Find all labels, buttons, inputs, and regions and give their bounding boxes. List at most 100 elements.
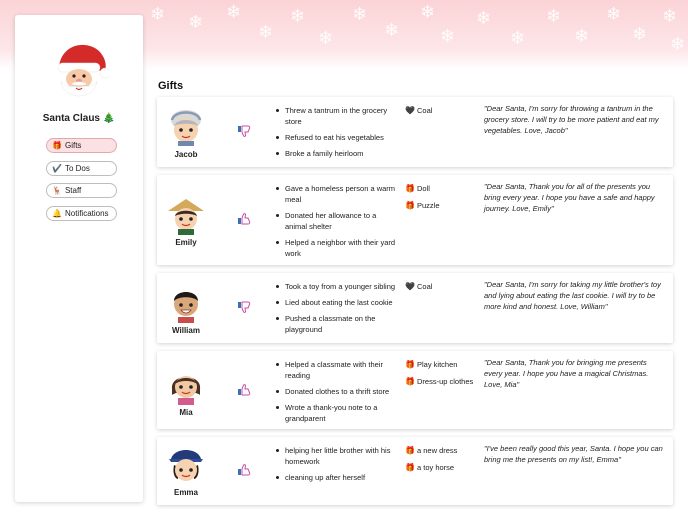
gift-list: 🎁 Play kitchen 🎁 Dress-up clothes [405, 359, 475, 393]
child-avatar [174, 292, 198, 323]
coal-icon: 🖤 [405, 282, 415, 291]
child-avatar [168, 199, 204, 235]
sidebar-item-label: Staff [64, 186, 82, 195]
deed-item: Lied about eating the last cookie [275, 297, 397, 308]
deed-item: Donated clothes to a thrift store [275, 386, 397, 397]
snowflake-icon: ❄ [420, 2, 436, 23]
gift-label: Play kitchen [417, 360, 458, 369]
gift-item: 🎁 Dress-up clothes [405, 376, 475, 387]
snowflake-icon: ❄ [632, 24, 648, 45]
thumbs-up-icon[interactable] [237, 213, 251, 225]
santa-letter: "Dear Santa, Thank you for bringing me p… [484, 358, 649, 389]
child-card: Emma helping her little brother with his… [157, 437, 673, 505]
child-name: Emma [173, 488, 198, 497]
snowflake-icon: ❄ [606, 4, 622, 25]
bell-icon: 🔔 [52, 208, 62, 218]
child-name: William [172, 326, 200, 335]
snowflake-icon: ❄ [476, 8, 492, 29]
child-name: Jacob [174, 150, 198, 159]
gift-label: Coal [417, 282, 433, 291]
gift-icon: 🎁 [52, 141, 62, 150]
sidebar-item-label: To Dos [64, 163, 90, 173]
child-card: William Took a toy from a younger siblin… [157, 273, 673, 343]
deed-item: Donated her allowance to a animal shelte… [275, 210, 397, 232]
reindeer-icon: 🦌 [52, 186, 62, 195]
gift-list: 🎁 Doll 🎁 Puzzle [405, 183, 475, 217]
page-title: Gifts [158, 80, 184, 92]
snowflake-icon: ❄ [546, 6, 562, 27]
sidebar-item-todos[interactable]: ✔️ To Dos [46, 160, 117, 176]
gift-label: a toy horse [417, 463, 455, 472]
snowflake-icon: ❄ [670, 34, 686, 55]
gift-label: Coal [417, 106, 433, 115]
coal-icon: 🖤 [405, 106, 415, 115]
snowflake-icon: ❄ [352, 4, 368, 25]
deed-item: Pushed a classmate on the playground [275, 313, 397, 335]
gift-icon: 🎁 [405, 360, 415, 369]
deed-item: Refused to eat his vegetables [275, 132, 397, 143]
gift-item: 🎁 a new dress [405, 445, 475, 456]
gift-icon: 🎁 [405, 446, 415, 455]
gift-list: 🖤 Coal [405, 281, 475, 298]
checkmark-icon: ✔️ [52, 163, 62, 173]
deed-item: cleaning up after herself [275, 472, 397, 483]
santa-letter: "I've been really good this year, Santa.… [484, 444, 663, 464]
child-card: Emily Gave a homeless person a warm meal… [157, 175, 673, 265]
deed-item: Wrote a thank-you note to a grandparent [275, 402, 397, 424]
gift-icon: 🎁 [405, 463, 415, 472]
snowflake-icon: ❄ [662, 6, 678, 27]
sidebar-nav: 🎁 Gifts ✔️ To Dos 🦌 Staff 🔔 Notification… [46, 138, 117, 228]
gift-item: 🎁 Puzzle [405, 200, 475, 211]
snowflake-icon: ❄ [258, 22, 274, 43]
snowflake-icon: ❄ [574, 26, 590, 47]
gift-item: 🎁 Play kitchen [405, 359, 475, 370]
gift-label: Dress-up clothes [417, 377, 474, 386]
sidebar-item-notifications[interactable]: 🔔 Notifications [46, 205, 117, 221]
thumbs-up-icon[interactable] [237, 464, 251, 476]
snowflake-icon: ❄ [226, 2, 242, 23]
snowflake-icon: ❄ [290, 6, 306, 27]
santa-avatar [57, 44, 109, 97]
gift-icon: 🎁 [405, 377, 415, 386]
child-name: Mia [179, 408, 193, 417]
user-name: Santa Claus 🎄 [42, 113, 116, 124]
gift-label: a new dress [417, 446, 458, 455]
deeds-list: helping her little brother with his home… [275, 445, 397, 488]
snowflake-icon: ❄ [440, 26, 456, 47]
deeds-list: Threw a tantrum in the grocery store Ref… [275, 105, 397, 164]
deeds-list: Gave a homeless person a warm meal Donat… [275, 183, 397, 264]
child-name: Emily [175, 238, 197, 247]
gift-item: 🎁 a toy horse [405, 462, 475, 473]
gift-label: Doll [417, 184, 430, 193]
child-avatar [171, 376, 201, 405]
gift-item: 🖤 Coal [405, 281, 475, 292]
snowflake-icon: ❄ [318, 28, 334, 49]
child-card: Mia Helped a classmate with their readin… [157, 351, 673, 429]
deed-item: Helped a neighbor with their yard work [275, 237, 397, 259]
snowflake-icon: ❄ [150, 4, 166, 25]
thumbs-up-icon[interactable] [237, 384, 251, 396]
santa-letter: "Dear Santa, I'm sorry for taking my lit… [484, 280, 661, 311]
sidebar-item-staff[interactable]: 🦌 Staff [46, 183, 117, 198]
snowflake-icon: ❄ [510, 28, 526, 49]
thumbs-down-icon[interactable] [237, 301, 251, 313]
gift-icon: 🎁 [405, 184, 415, 193]
thumbs-down-icon[interactable] [237, 125, 251, 137]
child-card: Jacob Threw a tantrum in the grocery sto… [157, 97, 673, 167]
deed-item: Gave a homeless person a warm meal [275, 183, 397, 205]
gift-item: 🎁 Doll [405, 183, 475, 194]
gift-label: Puzzle [417, 201, 440, 210]
snowflake-icon: ❄ [384, 20, 400, 41]
deeds-list: Took a toy from a younger sibling Lied a… [275, 281, 397, 340]
gift-item: 🖤 Coal [405, 105, 475, 116]
sidebar-item-label: Gifts [64, 141, 82, 150]
deeds-list: Helped a classmate with their reading Do… [275, 359, 397, 429]
gift-icon: 🎁 [405, 201, 415, 210]
deed-item: Took a toy from a younger sibling [275, 281, 397, 292]
sidebar-item-gifts[interactable]: 🎁 Gifts [46, 138, 117, 153]
sidebar-item-label: Notifications [64, 208, 109, 218]
santa-letter: "Dear Santa, I'm sorry for throwing a ta… [484, 104, 659, 135]
child-avatar [169, 450, 203, 481]
child-avatar [170, 110, 202, 146]
snowflake-icon: ❄ [188, 12, 204, 33]
